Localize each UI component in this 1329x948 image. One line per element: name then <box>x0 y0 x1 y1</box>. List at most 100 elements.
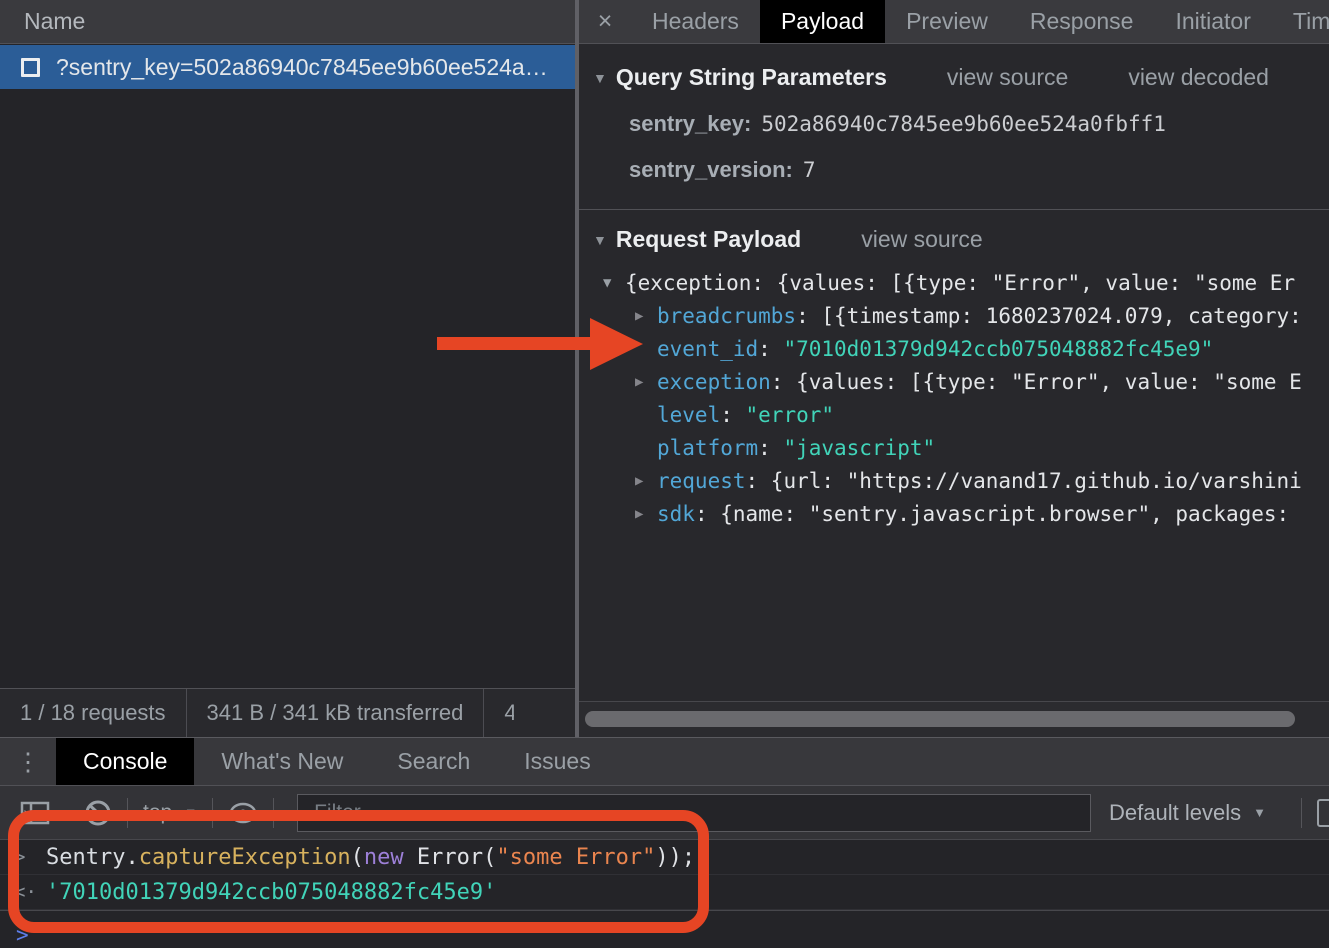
tab-initiator[interactable]: Initiator <box>1154 0 1271 43</box>
horizontal-scrollbar-thumb[interactable] <box>585 711 1295 727</box>
query-param-row: sentry_key: 502a86940c7845ee9b60ee524a0fb… <box>629 111 1329 137</box>
toolbar-separator <box>273 798 274 828</box>
chevron-right-icon[interactable]: ▶ <box>635 308 657 324</box>
chevron-down-icon[interactable]: ▼ <box>593 70 607 86</box>
chevron-right-icon[interactable]: ▶ <box>635 506 657 522</box>
query-string-section: ▼ Query String Parameters view source vi… <box>579 44 1329 187</box>
payload-key-segment: breadcrumbs <box>657 304 796 328</box>
input-chevron-icon: > <box>14 846 46 868</box>
request-payload-section: ▼ Request Payload view source ▼{exceptio… <box>579 210 1329 530</box>
view-source-link[interactable]: view source <box>861 226 982 253</box>
devtools-window: Name ?sentry_key=502a86940c7845ee9b60ee5… <box>0 0 1329 948</box>
console-filter-input[interactable]: Filter <box>297 794 1091 832</box>
drawer-tab-search[interactable]: Search <box>370 738 497 785</box>
payload-key-segment: request <box>657 469 746 493</box>
param-value: 7 <box>803 158 816 182</box>
chevron-right-icon[interactable]: ▶ <box>635 473 657 489</box>
param-value: 502a86940c7845ee9b60ee524a0fbff1 <box>761 112 1166 136</box>
console-sidebar-icon <box>20 800 50 826</box>
console-prompt[interactable]: > <box>0 911 1329 947</box>
network-request-row-selected[interactable]: ?sentry_key=502a86940c7845ee9b60ee524a… <box>0 45 575 89</box>
eye-icon <box>228 802 258 824</box>
status-item: 341 B / 341 kB transferred <box>187 700 484 726</box>
query-string-params: sentry_key: 502a86940c7845ee9b60ee524a0fb… <box>593 111 1329 183</box>
payload-string-segment: "error" <box>746 403 835 427</box>
console-plain-segment: ( <box>483 845 496 870</box>
console-variable-segment: Sentry <box>46 845 125 870</box>
payload-plain-segment: : {name: "sentry.javascript.browser", pa… <box>695 502 1289 526</box>
toolbar-separator <box>1301 798 1302 828</box>
chevron-down-icon: ▼ <box>184 805 197 820</box>
payload-string-segment: "javascript" <box>783 436 935 460</box>
network-name-column-header[interactable]: Name <box>0 0 575 44</box>
console-result-row[interactable]: <·'7010d01379d942ccb075048882fc45e9' <box>0 875 1329 910</box>
tab-response[interactable]: Response <box>1009 0 1155 43</box>
close-icon: × <box>598 7 613 36</box>
drawer-tab-issues[interactable]: Issues <box>497 738 617 785</box>
chevron-down-icon[interactable]: ▼ <box>593 232 607 248</box>
view-decoded-link[interactable]: view decoded <box>1128 64 1269 91</box>
kebab-menu-icon: ⋮ <box>16 747 41 777</box>
result-arrow-icon: <· <box>14 881 46 903</box>
console-sidebar-toggle-button[interactable] <box>20 800 50 826</box>
console-plain-segment: ( <box>351 845 364 870</box>
context-label: top <box>143 801 172 825</box>
request-detail-pane: × HeadersPayloadPreviewResponseInitiator… <box>579 0 1329 737</box>
console-plain-segment: . <box>125 845 138 870</box>
network-name-header-label: Name <box>24 8 85 35</box>
pane-splitter[interactable] <box>575 0 579 737</box>
live-expression-button[interactable] <box>228 802 258 824</box>
detail-tab-bar: × HeadersPayloadPreviewResponseInitiator… <box>579 0 1329 44</box>
drawer-tab-what-s-new[interactable]: What's New <box>194 738 370 785</box>
tab-headers[interactable]: Headers <box>631 0 760 43</box>
payload-string-segment: "7010d01379d942ccb075048882fc45e9" <box>783 337 1213 361</box>
chevron-down-icon: ▼ <box>1253 805 1266 820</box>
console-input-echo[interactable]: >Sentry.captureException(new Error("some… <box>0 840 1329 875</box>
param-name: sentry_key: <box>629 111 751 136</box>
console-toolbar: top ▼ Filter Default levels ▼ <box>0 786 1329 840</box>
payload-key-segment: exception <box>657 370 771 394</box>
request-name-label: ?sentry_key=502a86940c7845ee9b60ee524a… <box>56 54 548 81</box>
payload-tree-row[interactable]: level: "error" <box>593 398 1329 431</box>
payload-tree-row[interactable]: ▼{exception: {values: [{type: "Error", v… <box>593 266 1329 299</box>
close-detail-button[interactable]: × <box>579 0 631 43</box>
payload-tree-row[interactable]: ▶request: {url: "https://vanand17.github… <box>593 464 1329 497</box>
console-plain-segment: Error <box>417 845 483 870</box>
clear-console-button[interactable] <box>84 799 112 827</box>
network-status-bar: 1 / 18 requests341 B / 341 kB transferre… <box>0 688 575 737</box>
devtools-top-area: Name ?sentry_key=502a86940c7845ee9b60ee5… <box>0 0 1329 737</box>
payload-plain-segment: : {url: "https://vanand17.github.io/vars… <box>746 469 1302 493</box>
toolbar-separator <box>212 798 213 828</box>
payload-tree-row[interactable]: ▶sdk: {name: "sentry.javascript.browser"… <box>593 497 1329 530</box>
param-name: sentry_version: <box>629 157 793 182</box>
console-keyword-segment: new <box>364 845 404 870</box>
payload-tree-row[interactable]: ▶exception: {values: [{type: "Error", va… <box>593 365 1329 398</box>
query-string-title[interactable]: Query String Parameters <box>616 64 887 91</box>
payload-plain-segment: : <box>758 337 783 361</box>
drawer-tab-bar: ⋮ ConsoleWhat's NewSearchIssues <box>0 738 1329 786</box>
horizontal-scrollbar-track <box>579 701 1329 737</box>
console-function-segment: captureException <box>139 845 351 870</box>
settings-icon[interactable] <box>1317 799 1329 827</box>
console-string-teal-segment: '7010d01379d942ccb075048882fc45e9' <box>46 880 496 905</box>
view-source-link[interactable]: view source <box>947 64 1068 91</box>
tab-timing[interactable]: Timing <box>1272 0 1329 43</box>
payload-tree-row[interactable]: ▶breadcrumbs: [{timestamp: 1680237024.07… <box>593 299 1329 332</box>
payload-tree-row[interactable]: platform: "javascript" <box>593 431 1329 464</box>
status-item: 1 / 18 requests <box>0 700 186 726</box>
payload-plain-segment: : {values: [{type: "Error", value: "some… <box>771 370 1302 394</box>
payload-tree-row[interactable]: event_id: "7010d01379d942ccb075048882fc4… <box>593 332 1329 365</box>
request-doc-icon <box>21 58 40 77</box>
tab-preview[interactable]: Preview <box>885 0 1009 43</box>
log-levels-dropdown[interactable]: Default levels ▼ <box>1109 800 1266 826</box>
chevron-down-icon[interactable]: ▼ <box>603 275 625 291</box>
status-item: 47 <box>484 700 514 726</box>
chevron-right-icon[interactable]: ▶ <box>635 374 657 390</box>
drawer-tab-console[interactable]: Console <box>56 738 194 785</box>
payload-plain-segment: : [{timestamp: 1680237024.079, category: <box>796 304 1302 328</box>
drawer-menu-button[interactable]: ⋮ <box>0 738 56 785</box>
javascript-context-selector[interactable]: top ▼ <box>143 801 197 825</box>
tab-payload[interactable]: Payload <box>760 0 885 43</box>
payload-json-tree: ▼{exception: {values: [{type: "Error", v… <box>593 266 1329 530</box>
request-payload-title[interactable]: Request Payload <box>616 226 801 253</box>
